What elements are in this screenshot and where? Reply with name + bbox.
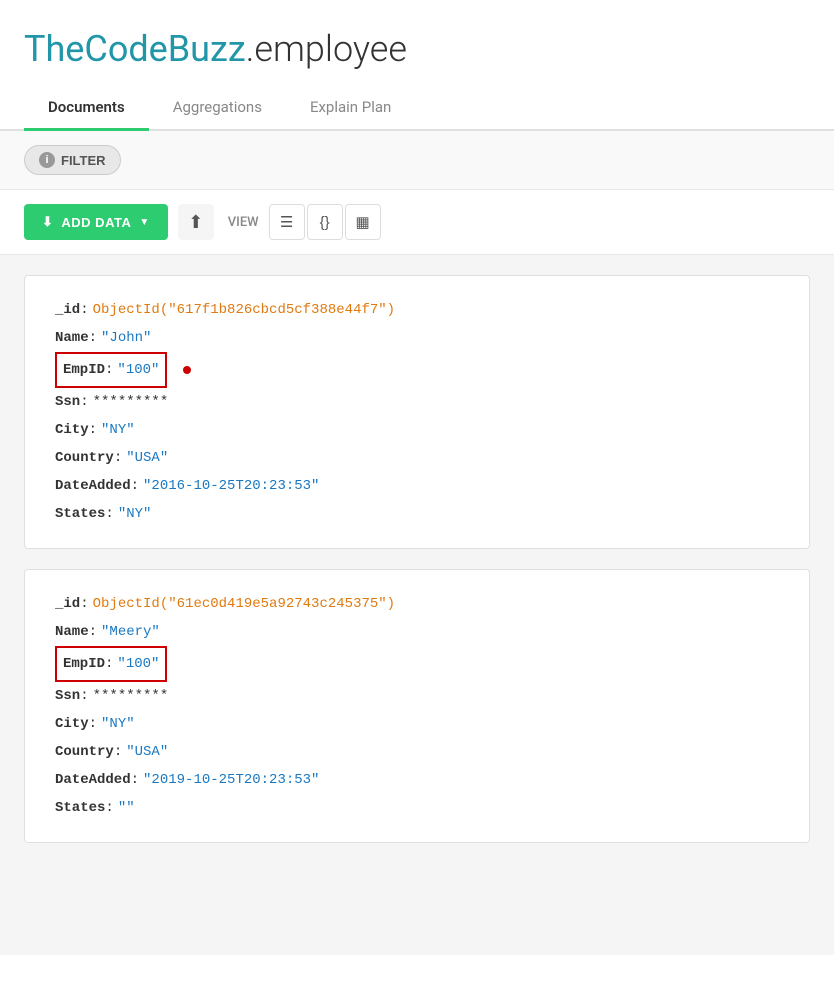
field-ssn-1: Ssn : *********: [55, 388, 779, 416]
field-key: _id: [55, 590, 80, 618]
list-view-button[interactable]: ☰: [269, 204, 305, 240]
add-data-label: ADD DATA: [61, 215, 131, 230]
field-value: "2019-10-25T20:23:53": [143, 766, 319, 794]
field-key: Name: [55, 618, 89, 646]
field-dateadded-2: DateAdded : "2019-10-25T20:23:53": [55, 766, 779, 794]
field-value: "USA": [126, 738, 168, 766]
documents-area: _id : ObjectId("617f1b826cbcd5cf388e44f7…: [0, 255, 834, 955]
json-icon: {}: [320, 214, 330, 231]
empid-highlight-box: EmpID : "100": [55, 352, 167, 388]
field-value: ObjectId("617f1b826cbcd5cf388e44f7"): [93, 296, 395, 324]
field-value: "NY": [101, 710, 135, 738]
field-id-2: _id : ObjectId("61ec0d419e5a92743c245375…: [55, 590, 779, 618]
page-title: TheCodeBuzz.employee: [24, 28, 810, 70]
view-label: VIEW: [228, 215, 259, 230]
document-card-2: _id : ObjectId("61ec0d419e5a92743c245375…: [24, 569, 810, 843]
collection-name: .employee: [246, 28, 407, 70]
field-value: "100": [117, 650, 159, 678]
field-value: "John": [101, 324, 151, 352]
field-key: Ssn: [55, 388, 80, 416]
red-dot-indicator: [183, 366, 191, 374]
field-value: ObjectId("61ec0d419e5a92743c245375"): [93, 590, 395, 618]
field-key: Country: [55, 738, 114, 766]
empid-highlight-box: EmpID : "100": [55, 646, 167, 682]
field-states-1: States : "NY": [55, 500, 779, 528]
field-key: _id: [55, 296, 80, 324]
field-id-1: _id : ObjectId("617f1b826cbcd5cf388e44f7…: [55, 296, 779, 324]
field-value: "USA": [126, 444, 168, 472]
json-view-button[interactable]: {}: [307, 204, 343, 240]
field-key: City: [55, 416, 89, 444]
field-name-1: Name : "John": [55, 324, 779, 352]
list-icon: ☰: [280, 213, 293, 231]
filter-label: FILTER: [61, 153, 106, 168]
filter-button[interactable]: i FILTER: [24, 145, 121, 175]
field-value: "NY": [101, 416, 135, 444]
field-city-1: City : "NY": [55, 416, 779, 444]
field-key: DateAdded: [55, 766, 131, 794]
field-key: States: [55, 500, 105, 528]
tab-documents[interactable]: Documents: [24, 86, 149, 131]
field-value: "100": [117, 356, 159, 384]
field-key: Country: [55, 444, 114, 472]
filter-bar: i FILTER: [0, 131, 834, 190]
field-key: EmpID: [63, 356, 105, 384]
field-empid-1: EmpID : "100": [55, 352, 779, 388]
field-city-2: City : "NY": [55, 710, 779, 738]
field-key: DateAdded: [55, 472, 131, 500]
field-key: States: [55, 794, 105, 822]
field-value: "NY": [118, 500, 152, 528]
view-toggle: ☰ {} ▦: [269, 204, 381, 240]
field-country-1: Country : "USA": [55, 444, 779, 472]
tab-explain-plan[interactable]: Explain Plan: [286, 86, 415, 131]
field-dateadded-1: DateAdded : "2016-10-25T20:23:53": [55, 472, 779, 500]
field-empid-2: EmpID : "100": [55, 646, 779, 682]
toolbar: ⬇ ADD DATA ▼ ⬆ VIEW ☰ {} ▦: [0, 190, 834, 255]
info-icon: i: [39, 152, 55, 168]
field-value: "Meery": [101, 618, 160, 646]
field-states-2: States : "": [55, 794, 779, 822]
add-data-button[interactable]: ⬇ ADD DATA ▼: [24, 204, 168, 240]
field-key: City: [55, 710, 89, 738]
header: TheCodeBuzz.employee: [0, 0, 834, 86]
document-card-1: _id : ObjectId("617f1b826cbcd5cf388e44f7…: [24, 275, 810, 549]
field-value: *********: [93, 388, 169, 416]
field-value: *********: [93, 682, 169, 710]
field-value: "": [118, 794, 135, 822]
field-key: EmpID: [63, 650, 105, 678]
dropdown-caret-icon: ▼: [139, 217, 149, 228]
tab-aggregations[interactable]: Aggregations: [149, 86, 286, 131]
field-ssn-2: Ssn : *********: [55, 682, 779, 710]
tab-bar: Documents Aggregations Explain Plan: [0, 86, 834, 131]
brand-name: TheCodeBuzz: [24, 28, 246, 70]
table-view-button[interactable]: ▦: [345, 204, 381, 240]
table-icon: ▦: [356, 213, 370, 231]
field-country-2: Country : "USA": [55, 738, 779, 766]
upload-icon: ⬆: [188, 212, 203, 233]
field-value: "2016-10-25T20:23:53": [143, 472, 319, 500]
field-key: Ssn: [55, 682, 80, 710]
add-data-icon: ⬇: [42, 214, 53, 230]
field-key: Name: [55, 324, 89, 352]
upload-button[interactable]: ⬆: [178, 204, 214, 240]
field-name-2: Name : "Meery": [55, 618, 779, 646]
